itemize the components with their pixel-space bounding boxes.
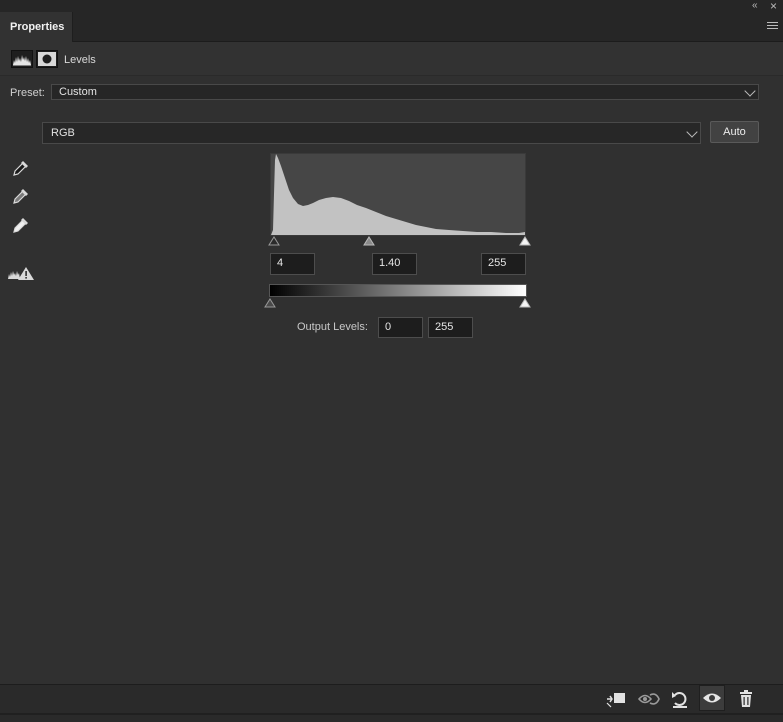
gray-point-eyedropper-icon[interactable]: [11, 186, 31, 206]
tab-label: Properties: [10, 21, 65, 33]
output-white-slider[interactable]: [519, 298, 531, 308]
output-black-slider[interactable]: [264, 298, 276, 308]
view-previous-state-icon[interactable]: [636, 687, 662, 711]
panel-footer: [0, 684, 783, 722]
input-slider-track: [268, 236, 531, 246]
channel-value: RGB: [51, 127, 75, 139]
input-black-field[interactable]: 4: [270, 253, 315, 275]
input-gamma-field[interactable]: 1.40: [372, 253, 417, 275]
output-gradient-bar: [269, 284, 527, 297]
input-gamma-slider[interactable]: [363, 236, 375, 246]
visibility-eye-icon[interactable]: [699, 685, 725, 711]
collapse-panel-button[interactable]: «: [752, 1, 758, 11]
close-panel-button[interactable]: ×: [770, 0, 777, 12]
preset-label: Preset:: [10, 87, 45, 99]
clip-to-layer-icon[interactable]: [603, 687, 629, 711]
preset-dropdown[interactable]: Custom: [51, 84, 759, 100]
chevron-down-icon: [686, 126, 698, 138]
tab-bar: Properties: [0, 12, 783, 42]
black-point-eyedropper-icon[interactable]: [11, 158, 31, 178]
input-black-slider[interactable]: [268, 236, 280, 246]
histogram-graph: [271, 154, 525, 235]
tab-properties[interactable]: Properties: [0, 12, 73, 42]
white-point-eyedropper-icon[interactable]: [11, 215, 31, 235]
levels-adjustment-icon[interactable]: [11, 50, 33, 68]
reset-icon[interactable]: [667, 687, 693, 711]
output-black-field[interactable]: 0: [378, 317, 423, 338]
clipping-warning-icon[interactable]: [7, 264, 35, 282]
output-slider-track: [264, 298, 531, 308]
output-white-field[interactable]: 255: [428, 317, 473, 338]
panel-header: Levels: [0, 42, 783, 76]
chevron-down-icon: [744, 85, 756, 97]
panel-title: Levels: [64, 54, 96, 66]
auto-button[interactable]: Auto: [710, 121, 759, 143]
window-titlebar: « ×: [0, 0, 783, 12]
layer-mask-icon[interactable]: [36, 50, 58, 68]
input-white-field[interactable]: 255: [481, 253, 526, 275]
input-white-slider[interactable]: [519, 236, 531, 246]
footer-divider: [0, 713, 783, 715]
panel-menu-icon[interactable]: [767, 22, 778, 29]
channel-dropdown[interactable]: RGB: [42, 122, 701, 144]
preset-value: Custom: [59, 86, 97, 98]
output-levels-label: Output Levels:: [297, 321, 368, 333]
histogram: [270, 153, 526, 236]
delete-trash-icon[interactable]: [733, 687, 759, 711]
